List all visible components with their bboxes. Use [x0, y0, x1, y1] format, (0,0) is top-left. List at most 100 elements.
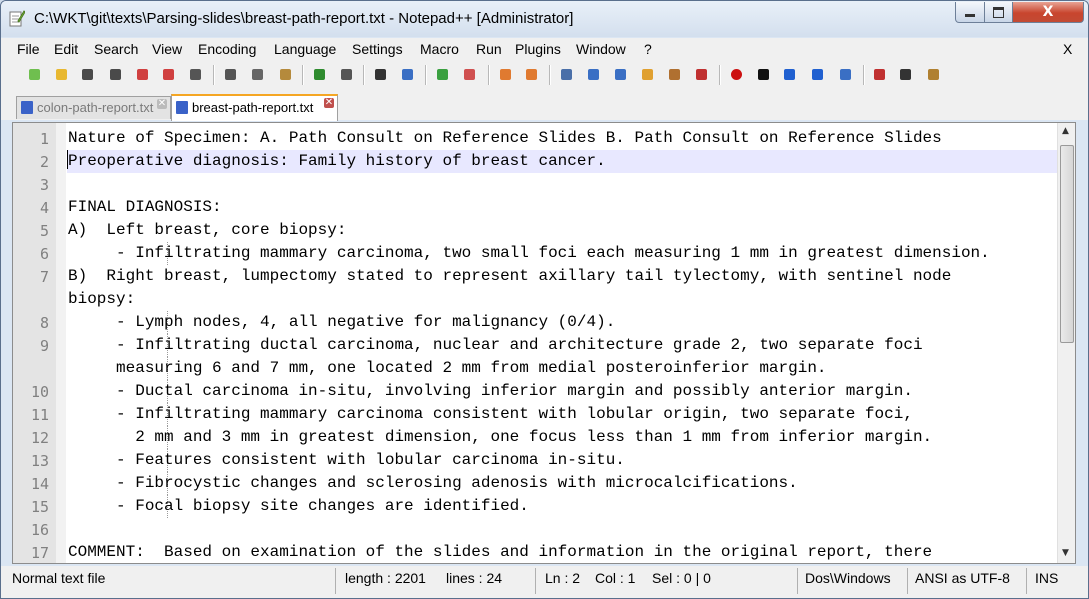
encoding-status[interactable]: ANSI as UTF-8 — [915, 570, 1010, 586]
maximize-icon — [993, 6, 1004, 18]
zoom-in-icon[interactable] — [434, 66, 451, 83]
line-number: 13 — [30, 452, 49, 470]
window-close-button[interactable]: X — [1012, 2, 1084, 23]
menu-search[interactable]: Search — [94, 41, 138, 57]
run-macro-multiple-icon[interactable] — [809, 66, 826, 83]
toolbar-separator — [549, 65, 551, 85]
compare-icon[interactable] — [925, 66, 942, 83]
toolbar — [1, 60, 1088, 90]
replace-icon[interactable] — [399, 66, 416, 83]
title-bar[interactable]: C:\WKT\git\texts\Parsing-slides\breast-p… — [1, 1, 1088, 37]
editor-line[interactable]: A) Left breast, core biopsy: — [67, 219, 1057, 242]
line-number: 10 — [30, 383, 49, 401]
menu-file[interactable]: File — [17, 41, 40, 57]
menu-window[interactable]: Window — [576, 41, 626, 57]
paste-icon[interactable] — [277, 66, 294, 83]
save-icon[interactable] — [79, 66, 96, 83]
save-macro-icon[interactable] — [837, 66, 854, 83]
menu-macro[interactable]: Macro — [420, 41, 459, 57]
new-file-icon[interactable] — [26, 66, 43, 83]
menu-plugins[interactable]: Plugins — [515, 41, 561, 57]
fold-margin[interactable] — [56, 123, 66, 563]
scroll-down-arrow-icon[interactable]: ▼ — [1062, 548, 1069, 558]
scrollbar-thumb[interactable] — [1060, 145, 1074, 343]
editor-line[interactable]: 2 mm and 3 mm in greatest dimension, one… — [67, 426, 1057, 449]
open-file-icon[interactable] — [53, 66, 70, 83]
editor-line[interactable] — [67, 518, 1057, 541]
menu-help[interactable]: ? — [644, 41, 652, 57]
vertical-scrollbar[interactable]: ▲ ▼ — [1057, 123, 1075, 563]
close-tab-icon[interactable]: ✕ — [324, 98, 334, 108]
close-icon[interactable] — [134, 66, 151, 83]
line-position-status: Ln : 2 — [545, 570, 581, 586]
close-document-button[interactable]: X — [1063, 41, 1072, 57]
editor-line[interactable]: COMMENT: Based on examination of the sli… — [67, 541, 1057, 563]
play-macro-icon[interactable] — [781, 66, 798, 83]
indent-guide-glyph — [615, 69, 626, 80]
record-macro-icon[interactable] — [728, 66, 745, 83]
editor-line[interactable]: - Features consistent with lobular carci… — [67, 449, 1057, 472]
copy-icon[interactable] — [249, 66, 266, 83]
editor-line[interactable]: Nature of Specimen: A. Path Consult on R… — [67, 127, 1057, 150]
play-macro-glyph — [784, 69, 795, 80]
zoom-out-icon[interactable] — [461, 66, 478, 83]
line-number-gutter: 1 2 3 4 5 6 7 8 9 10 11 12 13 14 15 16 17 — [13, 123, 56, 563]
doc-map-icon[interactable] — [666, 66, 683, 83]
spell-check-icon[interactable] — [871, 66, 888, 83]
cut-icon[interactable] — [222, 66, 239, 83]
editor-line[interactable]: measuring 6 and 7 mm, one located 2 mm f… — [67, 357, 1057, 380]
close-tab-icon[interactable]: ✕ — [157, 99, 167, 109]
undo-icon[interactable] — [311, 66, 328, 83]
editor-line[interactable]: - Ductal carcinoma in-situ, involving in… — [67, 380, 1057, 403]
status-divider — [335, 568, 336, 594]
editor-line[interactable]: FINAL DIAGNOSIS: — [67, 196, 1057, 219]
menu-language[interactable]: Language — [274, 41, 336, 57]
editor-line[interactable]: - Lymph nodes, 4, all negative for malig… — [67, 311, 1057, 334]
text-area[interactable]: Nature of Specimen: A. Path Consult on R… — [67, 123, 1057, 563]
close-all-icon[interactable] — [160, 66, 177, 83]
editor-line[interactable]: - Infiltrating mammary carcinoma, two sm… — [67, 242, 1057, 265]
tab-colon-path-report[interactable]: colon-path-report.txt ✕ — [16, 96, 171, 119]
user-language-icon[interactable] — [639, 66, 656, 83]
editor-line[interactable]: B) Right breast, lumpectomy stated to re… — [67, 265, 1057, 288]
editor-line[interactable]: biopsy: — [67, 288, 1057, 311]
editor-line[interactable] — [67, 173, 1057, 196]
editor-line[interactable]: - Infiltrating mammary carcinoma consist… — [67, 403, 1057, 426]
editor-pane[interactable]: 1 2 3 4 5 6 7 8 9 10 11 12 13 14 15 16 17 Nature of Spec… — [12, 122, 1076, 564]
stop-record-icon[interactable] — [755, 66, 772, 83]
sync-horizontal-icon[interactable] — [523, 66, 540, 83]
save-all-icon[interactable] — [107, 66, 124, 83]
show-all-chars-glyph — [588, 69, 599, 80]
line-text: - Lymph nodes, 4, all negative for malig… — [68, 313, 616, 331]
tab-label: breast-path-report.txt — [192, 100, 314, 115]
word-wrap-glyph — [561, 69, 572, 80]
indent-guide-icon[interactable] — [612, 66, 629, 83]
toolbar-separator — [719, 65, 721, 85]
menu-view[interactable]: View — [152, 41, 182, 57]
editor-line[interactable]: - Focal biopsy site changes are identifi… — [67, 495, 1057, 518]
menu-settings[interactable]: Settings — [352, 41, 403, 57]
menu-run[interactable]: Run — [476, 41, 502, 57]
tab-breast-path-report[interactable]: breast-path-report.txt ✕ — [171, 94, 338, 121]
redo-icon[interactable] — [338, 66, 355, 83]
menu-edit[interactable]: Edit — [54, 41, 78, 57]
save-macro-glyph — [840, 69, 851, 80]
scroll-up-arrow-icon[interactable]: ▲ — [1062, 126, 1069, 136]
editor-line[interactable]: Preoperative diagnosis: Family history o… — [67, 150, 1057, 173]
eol-format-status[interactable]: Dos\Windows — [805, 570, 891, 586]
sync-vertical-icon[interactable] — [497, 66, 514, 83]
editor-line[interactable]: - Fibrocystic changes and sclerosing ade… — [67, 472, 1057, 495]
editor-line[interactable]: - Infiltrating ductal carcinoma, nuclear… — [67, 334, 1057, 357]
hex-editor-icon[interactable] — [897, 66, 914, 83]
word-wrap-icon[interactable] — [558, 66, 575, 83]
minimize-button[interactable] — [955, 2, 985, 23]
sync-horizontal-glyph — [526, 69, 537, 80]
menu-encoding[interactable]: Encoding — [198, 41, 256, 57]
find-icon[interactable] — [372, 66, 389, 83]
function-list-icon[interactable] — [693, 66, 710, 83]
undo-glyph — [314, 69, 325, 80]
print-icon[interactable] — [187, 66, 204, 83]
line-number: 16 — [30, 521, 49, 539]
maximize-button[interactable] — [984, 2, 1013, 23]
show-all-chars-icon[interactable] — [585, 66, 602, 83]
